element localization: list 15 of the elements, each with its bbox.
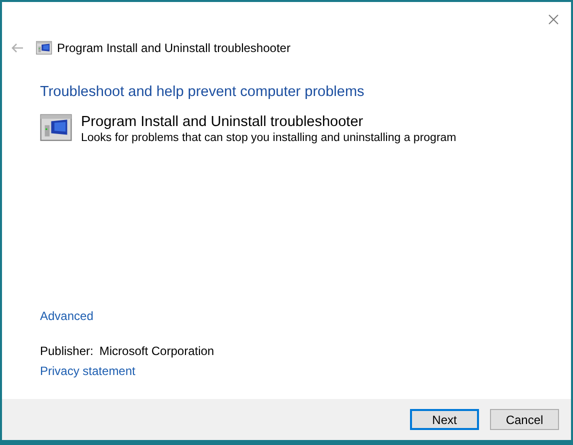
page-heading: Troubleshoot and help prevent computer problems bbox=[40, 83, 366, 101]
dialog-button[interactable]: Next bbox=[410, 409, 479, 430]
back-button[interactable] bbox=[10, 41, 24, 55]
privacy-link[interactable]: Privacy statement bbox=[40, 364, 136, 379]
advanced-link[interactable]: Advanced bbox=[40, 309, 94, 324]
window-title: Program Install and Uninstall troubleshooter bbox=[57, 40, 290, 57]
publisher-label: Publisher: bbox=[40, 344, 94, 359]
dialog-button[interactable]: Cancel bbox=[490, 409, 559, 430]
troubleshooter-name: Program Install and Uninstall troubleshooter bbox=[81, 114, 364, 131]
troubleshooter-description: Looks for problems that can stop you installing and uninstalling a program bbox=[81, 131, 456, 146]
troubleshooter-icon bbox=[36, 41, 52, 55]
back-arrow-icon bbox=[10, 43, 24, 53]
troubleshooter-icon bbox=[40, 114, 72, 142]
publisher-value: Microsoft Corporation bbox=[99, 344, 214, 359]
close-icon bbox=[548, 14, 558, 24]
